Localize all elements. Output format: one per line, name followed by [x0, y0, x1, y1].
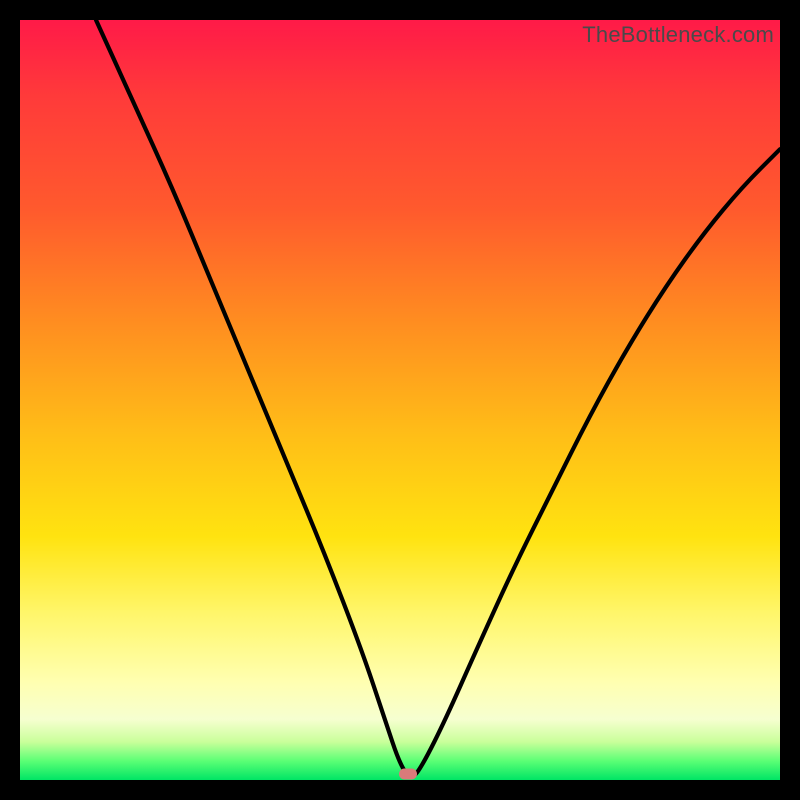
- plot-area: TheBottleneck.com: [20, 20, 780, 780]
- minimum-marker: [399, 768, 417, 779]
- bottleneck-curve: [20, 20, 780, 780]
- chart-frame: TheBottleneck.com: [0, 0, 800, 800]
